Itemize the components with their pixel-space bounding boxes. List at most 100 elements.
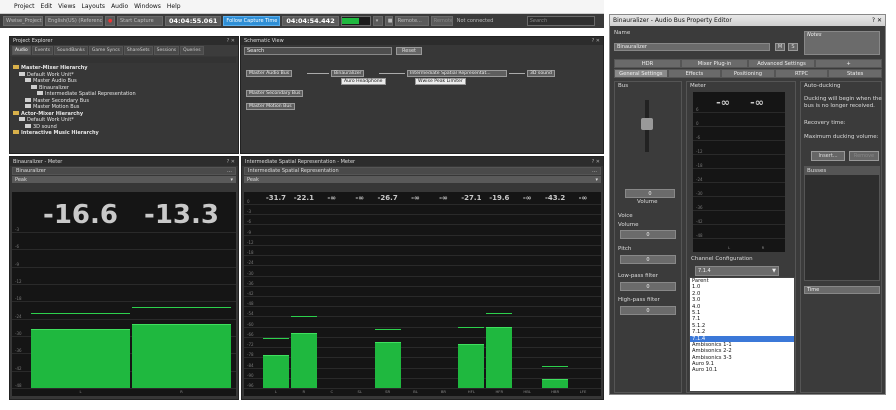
- grid-line: [693, 154, 785, 155]
- schematic-node-3d-sound[interactable]: 3D sound: [527, 70, 555, 77]
- help-close-icon[interactable]: ? ✕: [872, 17, 882, 24]
- menu-bar: Project Edit Views Layouts Audio Windows Help: [0, 0, 604, 14]
- tab-soundbanks[interactable]: SoundBanks: [54, 46, 88, 55]
- spatial-meter: Intermediate Spatial Representation - Me…: [241, 156, 604, 400]
- chevron-down-icon: ▾: [595, 176, 598, 183]
- follow-capture-button[interactable]: Follow Capture Time: [223, 16, 281, 26]
- close-icon[interactable]: ? ✕: [592, 38, 600, 44]
- tab-audio[interactable]: Audio: [12, 46, 31, 55]
- project-explorer: Project Explorer ? ✕ Audio Events SoundBank…: [9, 36, 239, 154]
- pitch-input[interactable]: 0: [620, 255, 676, 264]
- schematic-node-peak-limiter[interactable]: Wwise Peak Limiter: [415, 78, 466, 85]
- grid-line: [244, 265, 601, 267]
- schematic-node-auro-headphone[interactable]: Auro Headphone: [341, 78, 386, 85]
- close-icon[interactable]: ? ✕: [592, 159, 600, 165]
- notes-field[interactable]: Notes: [804, 31, 880, 55]
- autoducking-section: Auto-ducking Ducking will begin when the…: [800, 81, 882, 393]
- browse-button[interactable]: …: [592, 168, 597, 174]
- dialog-tab-positioning[interactable]: Positioning: [721, 69, 775, 78]
- schematic-node-master-motion-bus[interactable]: Master Motion Bus: [246, 103, 295, 110]
- platform-selector[interactable]: English(US) (Reference): [45, 16, 103, 26]
- dropdown-icon[interactable]: ▾: [372, 16, 383, 26]
- menu-item-help[interactable]: Help: [167, 3, 181, 10]
- channel-label: SL: [357, 389, 362, 394]
- tab-sharesets[interactable]: ShareSets: [123, 46, 153, 55]
- channel-label: HFR: [495, 389, 504, 394]
- voice-volume-label: Volume: [618, 222, 639, 228]
- menu-item-layouts[interactable]: Layouts: [82, 3, 106, 10]
- grid-label: -6: [696, 135, 700, 140]
- voice-volume-input[interactable]: 0: [620, 230, 676, 239]
- menu-item-project[interactable]: Project: [14, 3, 35, 10]
- solo-button[interactable]: S: [788, 43, 798, 51]
- close-icon[interactable]: ? ✕: [227, 38, 235, 44]
- remove-button[interactable]: Remove: [849, 151, 879, 161]
- remote-button[interactable]: Remote...: [394, 16, 429, 26]
- project-selector[interactable]: Wwise_Project: [3, 16, 43, 26]
- insert-button[interactable]: Insert...: [811, 151, 845, 161]
- dialog-tab-states[interactable]: States: [828, 69, 882, 78]
- channel-config-select[interactable]: 7.1.4 ▼: [695, 266, 779, 276]
- schematic-node-intermediate-spatial[interactable]: Intermediate Spatial Representat...: [407, 70, 507, 77]
- tab-sessions[interactable]: Sessions: [153, 46, 180, 55]
- tree-node-icon: [25, 123, 31, 128]
- volume-slider-handle[interactable]: [641, 118, 653, 130]
- tab-game-syncs[interactable]: Game Syncs: [88, 46, 123, 55]
- browse-button[interactable]: …: [227, 168, 232, 174]
- recovery-time-label: Recovery time:: [804, 120, 846, 126]
- busses-list[interactable]: Busses: [804, 166, 880, 281]
- grid-label: -18: [15, 296, 22, 302]
- meter1-mode-select[interactable]: Peak ▾: [12, 176, 236, 183]
- dialog-tab-effects[interactable]: Effects: [667, 69, 722, 78]
- peak-hold: [263, 338, 289, 340]
- mute-button[interactable]: M: [775, 43, 785, 51]
- transport-icon[interactable]: ■: [384, 16, 393, 26]
- meter2-mode-select[interactable]: Peak ▾: [244, 176, 601, 183]
- highpass-input[interactable]: 0: [620, 306, 676, 315]
- time-field[interactable]: Time: [804, 286, 880, 294]
- channel-option[interactable]: Auro 10.1: [690, 367, 794, 373]
- volume-input[interactable]: 0: [625, 189, 675, 198]
- tree-item-label: Master Motion Bus: [33, 104, 80, 110]
- level-bar: [132, 324, 231, 388]
- schematic-node-master-audio-bus[interactable]: Master Audio Bus: [246, 70, 293, 77]
- dialog-tab--[interactable]: +: [815, 59, 882, 68]
- start-capture-button[interactable]: Start Capture: [117, 16, 163, 26]
- schematic-search-input[interactable]: Search: [244, 47, 392, 55]
- menu-item-edit[interactable]: Edit: [41, 3, 53, 10]
- name-field[interactable]: Binauralizer: [614, 43, 770, 51]
- close-icon[interactable]: ? ✕: [227, 159, 235, 165]
- tab-queries[interactable]: Queries: [180, 46, 204, 55]
- lowpass-input[interactable]: 0: [620, 282, 676, 291]
- search-input[interactable]: Search: [526, 16, 595, 26]
- peak-hold: [542, 365, 569, 367]
- menu-item-audio[interactable]: Audio: [111, 3, 128, 10]
- channel-label: HFL: [467, 389, 475, 394]
- channel-config-dropdown[interactable]: Parent 1.0 2.0 3.0 4.0 5.1 7.1 5.1.2 7.1.2 7.1.4 A…: [689, 277, 795, 392]
- tree-node-icon: [31, 84, 37, 89]
- tab-events[interactable]: Events: [31, 46, 54, 55]
- schematic-node-master-secondary-bus[interactable]: Master Secondary Bus: [246, 90, 304, 97]
- meter1-bus-name: Binauralizer: [16, 168, 46, 174]
- dialog-tab-mixer-plug-in[interactable]: Mixer Plug-in: [681, 59, 748, 68]
- menu-item-views[interactable]: Views: [58, 3, 75, 10]
- volume-label: Volume: [637, 199, 658, 205]
- tree-item[interactable]: Interactive Music Hierarchy: [13, 130, 235, 137]
- reset-button[interactable]: Reset: [396, 47, 422, 55]
- menu-item-windows[interactable]: Windows: [134, 3, 161, 10]
- schematic-node-binauralizer[interactable]: Binauralizer: [331, 70, 365, 77]
- property-editor-dialog: Binauralizer - Audio Bus Property Editor…: [609, 14, 886, 395]
- channel-label: SR: [385, 389, 391, 394]
- grid-line: [693, 210, 785, 211]
- tree-item-label: Default Work Unit*: [27, 117, 74, 123]
- peak-value: -∞: [578, 194, 588, 202]
- meter2-bus-name: Intermediate Spatial Representation: [248, 168, 339, 174]
- dialog-tab-advanced-settings[interactable]: Advanced Settings: [748, 59, 815, 68]
- channel-label: R: [302, 389, 306, 394]
- dialog-tab-rtpc[interactable]: RTPC: [774, 69, 829, 78]
- dialog-tab-hdr[interactable]: HDR: [614, 59, 681, 68]
- dialog-tab-general-settings[interactable]: General Settings: [614, 69, 668, 78]
- grid-label: -48: [15, 383, 22, 388]
- record-icon[interactable]: ●: [105, 16, 115, 26]
- autoducking-label: Auto-ducking: [804, 83, 841, 89]
